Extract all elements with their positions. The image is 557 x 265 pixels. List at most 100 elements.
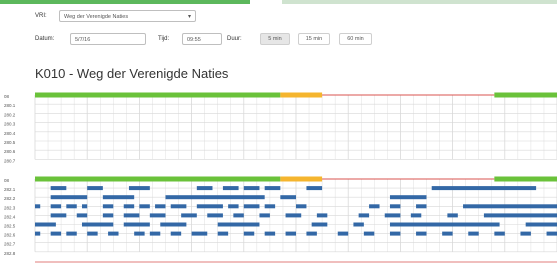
signal-bar xyxy=(66,231,77,236)
bottom-panel-status-segment xyxy=(35,176,281,182)
signal-bar xyxy=(35,204,41,209)
signal-bar xyxy=(316,213,328,218)
signal-bar xyxy=(35,222,56,227)
signal-bar xyxy=(285,231,296,236)
signal-bar xyxy=(389,231,401,236)
signal-bar xyxy=(76,213,88,218)
signal-bar xyxy=(358,213,370,218)
signal-bar xyxy=(259,213,270,218)
signal-bar xyxy=(431,186,537,191)
signal-bar xyxy=(363,231,375,236)
signal-bar xyxy=(149,213,166,218)
signal-bar xyxy=(35,231,41,236)
signal-bar xyxy=(207,213,223,218)
signal-bar xyxy=(337,231,349,236)
signal-bar xyxy=(134,231,145,236)
signal-bar xyxy=(285,213,302,218)
signal-bar xyxy=(389,222,500,227)
top-panel-status-segment xyxy=(280,92,323,98)
signal-bar xyxy=(102,213,114,218)
signal-bar xyxy=(102,195,135,200)
signal-bar xyxy=(165,195,265,200)
signal-bar xyxy=(264,186,281,191)
signal-bar xyxy=(442,231,453,236)
signal-bar xyxy=(525,222,557,227)
signal-bar xyxy=(233,213,244,218)
signal-bar xyxy=(389,204,401,209)
signal-bar xyxy=(160,222,187,227)
signal-bar xyxy=(494,231,505,236)
signal-bar xyxy=(243,186,260,191)
signal-bar xyxy=(483,213,557,218)
signal-bar xyxy=(306,231,317,236)
top-panel-status-segment xyxy=(494,92,557,98)
signal-bar xyxy=(280,195,296,200)
signal-bar xyxy=(108,231,119,236)
top-panel-row-label: 08 xyxy=(4,94,10,99)
signal-bar xyxy=(463,204,557,209)
signal-bar xyxy=(217,231,229,236)
signal-bar xyxy=(243,231,255,236)
bottom-panel-row-label: 282.2 xyxy=(4,196,16,201)
signal-bar xyxy=(384,213,401,218)
bottom-panel-row-label: 282.3 xyxy=(4,205,16,210)
top-panel-status-segment xyxy=(35,92,281,98)
signal-bar xyxy=(520,231,531,236)
top-panel-row-label: 280.6 xyxy=(4,149,16,154)
signal-bar xyxy=(416,231,427,236)
signal-bar xyxy=(50,204,62,209)
signal-bar xyxy=(228,204,239,209)
signal-bar xyxy=(306,186,323,191)
signal-bar xyxy=(410,213,422,218)
signal-bar xyxy=(50,186,67,191)
signal-bar xyxy=(102,204,114,209)
bottom-panel-row-label: 282.8 xyxy=(4,251,16,256)
signal-bar xyxy=(149,231,161,236)
signal-bar xyxy=(87,231,98,236)
bottom-panel-row-label: 282.6 xyxy=(4,233,16,238)
signal-bar xyxy=(81,222,114,227)
bottom-panel-row-label: 282.7 xyxy=(4,242,16,247)
signal-bar xyxy=(170,231,182,236)
signal-bar xyxy=(155,204,166,209)
signal-bar xyxy=(66,204,77,209)
top-panel-row-label: 280.3 xyxy=(4,122,16,127)
bottom-panel-row-label: 282.4 xyxy=(4,214,16,219)
signal-bar xyxy=(353,222,364,227)
signal-bar xyxy=(170,204,187,209)
signal-bar xyxy=(196,186,213,191)
bottom-panel-status-segment xyxy=(494,176,557,182)
signal-bar xyxy=(50,231,62,236)
signal-bar xyxy=(217,222,260,227)
signal-bar xyxy=(50,195,88,200)
signal-bar xyxy=(87,186,103,191)
signal-bar xyxy=(139,204,150,209)
signal-bar xyxy=(128,186,150,191)
bottom-panel-row-label: 08 xyxy=(4,178,10,183)
signal-bar xyxy=(181,213,197,218)
signal-bar xyxy=(369,204,380,209)
signal-bar xyxy=(81,204,88,209)
signal-bar xyxy=(468,231,479,236)
signal-bar xyxy=(191,231,208,236)
top-panel-row-label: 280.7 xyxy=(4,158,16,163)
signal-bar xyxy=(123,213,140,218)
signal-bar xyxy=(389,195,427,200)
signal-bar xyxy=(123,222,150,227)
signal-bar xyxy=(50,213,67,218)
signal-bar xyxy=(196,204,223,209)
top-panel-row-label: 280.5 xyxy=(4,140,16,145)
signal-timeline-chart: 08 280.1 280.2 280.3 280.4 280.5 280.6 280.7 08 2… xyxy=(4,92,557,263)
signal-bar xyxy=(416,204,427,209)
top-panel-row-label: 280.2 xyxy=(4,112,16,117)
signal-bar xyxy=(447,213,458,218)
bottom-panel-status-segment xyxy=(280,176,323,182)
signal-bar xyxy=(243,204,260,209)
signal-bar xyxy=(296,204,307,209)
signal-bar xyxy=(222,186,239,191)
top-panel-row-label: 280.1 xyxy=(4,103,16,108)
bottom-panel-row-label: 282.5 xyxy=(4,224,16,229)
signal-bar xyxy=(311,222,328,227)
signal-bar xyxy=(264,231,276,236)
signal-bar xyxy=(123,204,135,209)
